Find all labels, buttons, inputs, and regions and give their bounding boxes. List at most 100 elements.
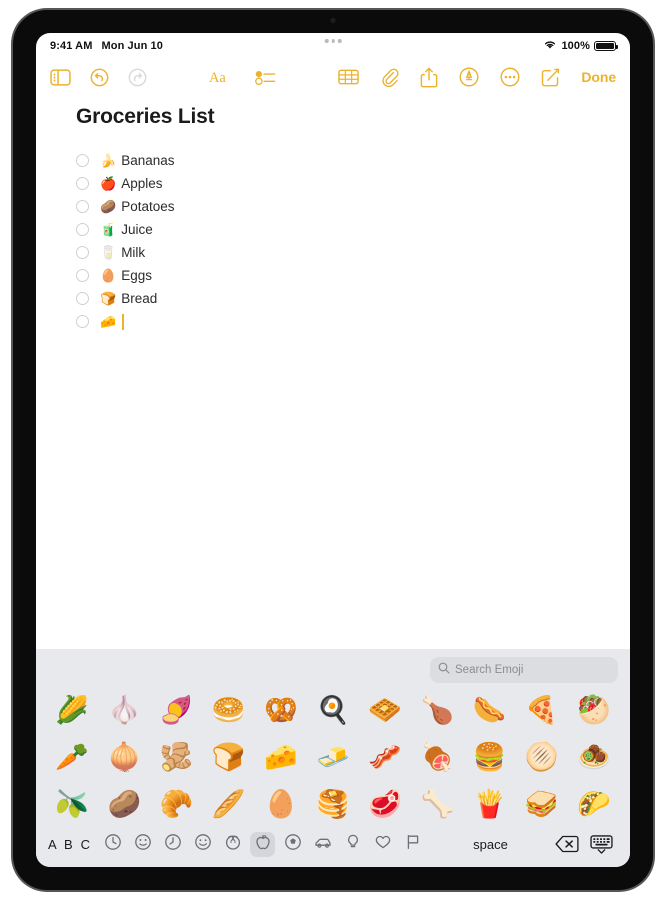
emoji-key[interactable]: 🧀: [264, 744, 298, 771]
delete-backspace-icon[interactable]: [550, 835, 584, 853]
checkbox-circle-icon[interactable]: [76, 154, 89, 167]
category-travel[interactable]: [310, 832, 335, 857]
emoji-category-tabs[interactable]: [100, 831, 425, 857]
checklist-item-label: Bananas: [121, 152, 175, 168]
category-smileys[interactable]: [190, 832, 215, 857]
text-cursor: [122, 313, 124, 330]
category-food[interactable]: [250, 831, 275, 857]
emoji-key[interactable]: 🌭: [473, 697, 507, 724]
status-indicators: 100%: [543, 39, 618, 53]
frequently-used-icon: [134, 833, 152, 856]
category-frequently-used[interactable]: [130, 832, 155, 857]
checklist[interactable]: 🍌 Bananas 🍎 Apples 🥔 Potatoes 🧃 Juice 🥛 Milk 🥚 Eggs…: [76, 149, 630, 333]
emoji-key[interactable]: 🥖: [212, 791, 246, 818]
dismiss-keyboard-icon[interactable]: [584, 834, 618, 854]
emoji-key[interactable]: 🧈: [316, 744, 350, 771]
emoji-key[interactable]: 🥯: [212, 697, 246, 724]
status-date: Mon Jun 10: [101, 40, 163, 52]
checklist-item[interactable]: 🍌 Bananas: [76, 149, 630, 172]
markup-pen-icon[interactable]: [459, 67, 479, 87]
redo-icon: [128, 68, 147, 87]
checklist-item[interactable]: 🥛 Milk: [76, 241, 630, 264]
activities-ball-icon: [284, 833, 302, 856]
emoji-key[interactable]: 🍗: [421, 697, 455, 724]
category-activities[interactable]: [280, 832, 305, 857]
emoji-key[interactable]: 🍕: [525, 697, 559, 724]
checklist-item[interactable]: 🍎 Apples: [76, 172, 630, 195]
emoji-key[interactable]: 🧆: [577, 744, 611, 771]
food-apple-icon: [254, 833, 272, 856]
category-objects[interactable]: [340, 832, 365, 857]
emoji-key[interactable]: 🥕: [55, 744, 89, 771]
note-body[interactable]: Groceries List 🍌 Bananas 🍎 Apples 🥔 Potatoes 🧃…: [36, 97, 630, 577]
emoji-grid[interactable]: 🌽 🧄 🍠 🥯 🥨 🍳 🧇 🍗 🌭 🍕 🥙 🥕 🧅 🫚 🍞 🧀 🧈 🥓 🍖 🍔 🫓 🧆 🫒 🥔 🥐 🥖 🥚 🥞 🥩 🦴 🍟 🥪 🌮: [36, 687, 630, 828]
done-button[interactable]: Done: [581, 69, 616, 85]
emoji-key[interactable]: 🫓: [525, 744, 559, 771]
home-indicator[interactable]: [235, 881, 431, 885]
paperclip-icon[interactable]: [380, 67, 399, 87]
travel-car-icon: [314, 833, 332, 856]
table-icon[interactable]: [338, 68, 360, 86]
emoji-key[interactable]: 🥙: [577, 697, 611, 724]
emoji-key[interactable]: 🥨: [264, 697, 298, 724]
multitasking-dots-icon[interactable]: [324, 39, 342, 43]
checkbox-circle-icon[interactable]: [76, 223, 89, 236]
emoji-keyboard: Search Emoji 🌽 🧄 🍠 🥯 🥨 🍳 🧇 🍗 🌭 🍕 🥙 🥕 🧅 🫚 🍞 🧀 🧈 🥓 🍖 🍔 🫓 🧆 🫒 🥔 🥐 🥖 🥚…: [36, 649, 630, 867]
emoji-key[interactable]: 🫒: [55, 791, 89, 818]
undo-icon[interactable]: [90, 68, 109, 87]
checklist-icon[interactable]: [255, 69, 276, 86]
emoji-key[interactable]: 🥪: [525, 791, 559, 818]
category-flags[interactable]: [400, 832, 425, 857]
checkbox-circle-icon[interactable]: [76, 200, 89, 213]
emoji-key[interactable]: 🍞: [212, 744, 246, 771]
abc-keyboard-button[interactable]: A B C: [48, 837, 96, 852]
emoji-key[interactable]: 🥐: [160, 791, 194, 818]
emoji-key[interactable]: 🥓: [368, 744, 402, 771]
search-icon: [438, 661, 450, 679]
emoji-key[interactable]: 🥚: [264, 791, 298, 818]
emoji-key[interactable]: 🍠: [160, 697, 194, 724]
category-symbols[interactable]: [370, 832, 395, 857]
emoji-key[interactable]: 🌮: [577, 791, 611, 818]
checklist-item[interactable]: 🥚 Eggs: [76, 264, 630, 287]
checkbox-circle-icon[interactable]: [76, 177, 89, 190]
checkbox-circle-icon[interactable]: [76, 269, 89, 282]
sidebar-toggle-icon[interactable]: [50, 68, 71, 86]
checklist-item[interactable]: 🧃 Juice: [76, 218, 630, 241]
emoji-key[interactable]: 🥞: [316, 791, 350, 818]
text-format-Aa-icon[interactable]: Aa: [209, 68, 234, 86]
emoji-key[interactable]: 🌽: [55, 697, 89, 724]
emoji-key[interactable]: 🥩: [368, 791, 402, 818]
search-emoji-input[interactable]: Search Emoji: [430, 657, 618, 683]
emoji-key[interactable]: 🦴: [421, 791, 455, 818]
category-animals[interactable]: [220, 832, 245, 857]
emoji-key[interactable]: 🍟: [473, 791, 507, 818]
notes-toolbar: Aa Done: [36, 57, 630, 97]
emoji-key[interactable]: 🥔: [107, 791, 141, 818]
emoji-key[interactable]: 🫚: [160, 744, 194, 771]
clock-icon: [164, 833, 182, 856]
emoji-key[interactable]: 🍳: [316, 697, 350, 724]
checklist-item[interactable]: 🥔 Potatoes: [76, 195, 630, 218]
emoji-key[interactable]: 🧇: [368, 697, 402, 724]
checklist-item[interactable]: 🍞 Bread: [76, 287, 630, 310]
category-recents[interactable]: [100, 832, 125, 857]
space-key[interactable]: space: [431, 837, 550, 852]
checklist-item-emoji: 🥛: [100, 245, 117, 260]
emoji-key[interactable]: 🧄: [107, 697, 141, 724]
battery-percent-label: 100%: [561, 40, 590, 52]
front-camera: [330, 18, 336, 23]
more-ellipsis-icon[interactable]: [500, 67, 520, 87]
smiley-face-icon: [194, 833, 212, 856]
checkbox-circle-icon[interactable]: [76, 292, 89, 305]
share-icon[interactable]: [420, 67, 438, 88]
emoji-key[interactable]: 🍖: [421, 744, 455, 771]
checkbox-circle-icon[interactable]: [76, 246, 89, 259]
checkbox-circle-icon[interactable]: [76, 315, 89, 328]
emoji-key[interactable]: 🧅: [107, 744, 141, 771]
compose-new-note-icon[interactable]: [541, 68, 560, 87]
category-clock[interactable]: [160, 832, 185, 857]
wifi-icon: [543, 39, 557, 53]
emoji-key[interactable]: 🍔: [473, 744, 507, 771]
checklist-item[interactable]: 🧀: [76, 310, 630, 333]
